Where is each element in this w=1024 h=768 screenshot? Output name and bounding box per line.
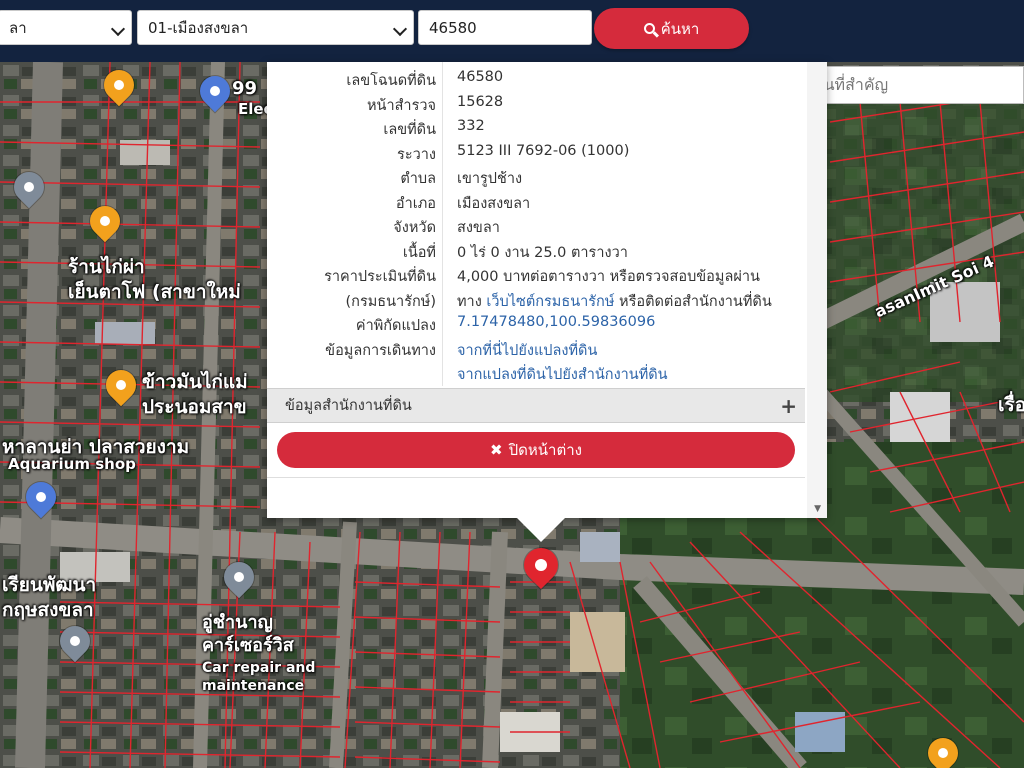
info-value: 332 (457, 118, 485, 134)
popup-scrollbar[interactable]: ▼ (807, 62, 827, 518)
info-value: 15628 (457, 93, 504, 110)
map-label-car-3: Car repair and (202, 660, 316, 676)
province-select[interactable]: ลา (0, 10, 132, 45)
info-row-coordinates: ค่าพิกัดแปลง 7.17478480,100.59836096 (267, 311, 807, 336)
treasury-website-link[interactable]: เว็บไซต์กรมธนารักษ์ (486, 294, 614, 310)
coordinates-link[interactable]: 7.17478480,100.59836096 (457, 314, 655, 330)
plus-icon: + (780, 394, 797, 418)
info-value: เมืองสงขลา (457, 195, 531, 212)
parcel-info-popup: เลขโฉนดที่ดิน 46580 หน้าสำรวจ 15628 เลขท… (267, 62, 827, 542)
info-value: สงขลา (457, 220, 500, 236)
chevron-down-icon (110, 21, 126, 37)
land-office-section-label: ข้อมูลสำนักงานที่ดิน (285, 398, 412, 414)
top-search-bar: ลา 01-เมืองสงขลา 46580 ค้นหา (0, 0, 1024, 62)
close-window-button[interactable]: ✖ ปิดหน้าต่าง (277, 432, 795, 468)
info-value: 0 ไร่ 0 งาน 25.0 ตารางวา (457, 244, 628, 261)
info-label: ราคาประเมินที่ดิน (324, 269, 436, 285)
map-label-aquarium-2: Aquarium shop (8, 455, 136, 473)
parcel-number-value: 46580 (429, 19, 477, 37)
directions-to-parcel-link[interactable]: จากที่นี่ไปยังแปลงที่ดิน (457, 339, 597, 362)
info-row-district: อำเภอ เมืองสงขลา (267, 189, 807, 214)
parcel-info-table: เลขโฉนดที่ดิน 46580 หน้าสำรวจ 15628 เลขท… (267, 66, 807, 385)
district-select[interactable]: 01-เมืองสงขลา (137, 10, 414, 45)
info-row-price-cont: (กรมธนารักษ์) ทาง เว็บไซต์กรมธนารักษ์ หร… (267, 287, 807, 312)
map-label-restaurant-2: เย็นตาโฟ (สาขาใหม่ (68, 281, 241, 303)
close-icon: ✖ (490, 441, 503, 459)
map-label-rice-2: ประนอมสาข (142, 396, 247, 418)
province-select-value: ลา (9, 19, 27, 37)
info-label: เลขที่ดิน (383, 122, 436, 138)
info-label: (กรมธนารักษ์) (345, 293, 436, 310)
parcel-number-input[interactable]: 46580 (418, 10, 592, 45)
info-row-province: จังหวัด สงขลา (267, 213, 807, 238)
info-value: 4,000 บาทต่อตารางวา หรือตรวจสอบข้อมูลผ่า… (457, 269, 760, 285)
info-label: ข้อมูลการเดินทาง (325, 342, 436, 359)
search-button[interactable]: ค้นหา (594, 8, 749, 49)
scroll-down-arrow-icon[interactable]: ▼ (814, 504, 821, 514)
info-value: 46580 (457, 69, 504, 85)
info-row-travel-cont: จากแปลงที่ดินไปยังสำนักงานที่ดิน (267, 360, 807, 385)
info-label: ตำบล (400, 171, 436, 187)
price-suffix: หรือติดต่อสำนักงานที่ดิน (619, 293, 772, 310)
price-prefix: ทาง (457, 293, 482, 310)
info-row-price: ราคาประเมินที่ดิน 4,000 บาทต่อตารางวา หร… (267, 262, 807, 287)
land-office-section-toggle[interactable]: ข้อมูลสำนักงานที่ดิน + (267, 388, 805, 423)
district-select-value: 01-เมืองสงขลา (148, 19, 249, 37)
info-label: ค่าพิกัดแปลง (355, 318, 436, 334)
map-label-car-2: คาร์เซอร์วิส (202, 635, 294, 656)
map-label-edge: เรื่อ (998, 394, 1024, 416)
search-button-label: ค้นหา (660, 19, 700, 38)
search-icon (643, 23, 655, 34)
close-window-label: ปิดหน้าต่าง (508, 441, 582, 459)
info-label: จังหวัด (393, 220, 436, 236)
info-label: เนื้อที่ (402, 244, 436, 261)
chevron-down-icon (392, 21, 408, 37)
info-row-land-number: เลขที่ดิน 332 (267, 115, 807, 140)
info-label: เลขโฉนดที่ดิน (346, 73, 436, 89)
info-label: ระวาง (397, 146, 436, 163)
info-row-deed-number: เลขโฉนดที่ดิน 46580 (267, 66, 807, 91)
map-label-poi-99: 99 (232, 78, 258, 99)
map-label-school-2: กฤษสงขลา (2, 599, 94, 621)
info-value: ทาง เว็บไซต์กรมธนารักษ์ หรือติดต่อสำนักง… (457, 290, 772, 313)
info-label: หน้าสำรวจ (366, 97, 436, 114)
info-row-subdistrict: ตำบล เขารูปช้าง (267, 164, 807, 189)
info-value: 5123 III 7692-06 (1000) (457, 142, 630, 159)
info-row-area: เนื้อที่ 0 ไร่ 0 งาน 25.0 ตารางวา (267, 238, 807, 263)
directions-to-office-link[interactable]: จากแปลงที่ดินไปยังสำนักงานที่ดิน (457, 363, 668, 386)
popup-footer-divider (267, 477, 805, 478)
info-label: อำเภอ (395, 195, 436, 212)
map-label-car-4: maintenance (202, 678, 305, 694)
info-value: เขารูปช้าง (457, 171, 523, 187)
info-row-map-sheet: ระวาง 5123 III 7692-06 (1000) (267, 140, 807, 165)
info-row-survey-page: หน้าสำรวจ 15628 (267, 91, 807, 116)
info-row-travel: ข้อมูลการเดินทาง จากที่นี่ไปยังแปลงที่ดิ… (267, 336, 807, 361)
